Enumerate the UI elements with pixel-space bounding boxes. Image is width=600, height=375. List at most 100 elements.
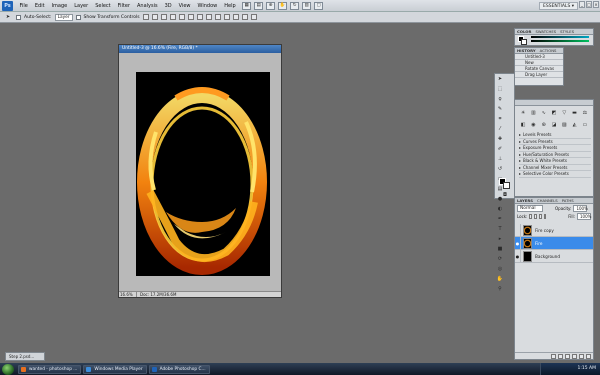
align-left-icon[interactable] [169,14,176,20]
distribute-bottom-icon[interactable] [214,14,221,20]
layer-row[interactable]: ● Background [515,250,593,263]
layer-row[interactable]: Fire copy [515,224,593,237]
history-item[interactable]: Drag Layer [515,72,563,78]
arrange-docs-icon[interactable]: ▥ [302,1,312,10]
align-top-icon[interactable] [142,14,149,20]
delete-layer-icon[interactable] [586,353,591,359]
lock-position-icon[interactable] [538,213,542,219]
canvas[interactable] [136,72,270,276]
add-mask-icon[interactable] [565,353,570,359]
menu-image[interactable]: Image [48,3,71,9]
levels-icon[interactable]: ▥ [530,109,536,117]
tab-actions[interactable]: ACTIONS [538,48,559,53]
tab-swatches[interactable]: SWATCHES [533,29,558,34]
rotate-view-icon[interactable]: ↻ [290,1,300,10]
opacity-field[interactable]: 100% [573,204,588,212]
distribute-left-icon[interactable] [223,14,230,20]
layer-name[interactable]: Fire copy [535,228,554,233]
menu-help[interactable]: Help [221,3,239,9]
tab-paths[interactable]: PATHS [560,198,576,203]
link-layers-icon[interactable] [551,353,556,359]
distribute-center-icon[interactable] [205,14,212,20]
dodge-tool-icon[interactable]: ◐ [496,205,504,213]
menu-view[interactable]: View [175,3,194,9]
eyedropper-icon[interactable]: ⁄ [496,125,504,133]
align-right-icon[interactable] [187,14,194,20]
layer-row-selected[interactable]: ● Fire [515,237,593,250]
menu-analysis[interactable]: Analysis [134,3,162,9]
background-color-swatch[interactable] [503,182,510,189]
brightness-icon[interactable]: ☀ [520,109,526,117]
invert-icon[interactable]: ◪ [551,121,557,129]
menu-edit[interactable]: Edit [31,3,48,9]
close-icon[interactable]: × [593,1,599,8]
preset-selective-color[interactable]: Selective Color Presets [519,171,591,178]
channel-mixer-icon[interactable]: ⊛ [541,121,547,129]
move-tool-preset-icon[interactable]: ➤ [4,13,12,21]
new-group-icon[interactable] [572,353,577,359]
distribute-top-icon[interactable] [196,14,203,20]
screen-mode-icon[interactable]: ▢ [314,1,324,10]
blend-mode-dropdown[interactable]: Normal [517,204,543,212]
3d-camera-icon[interactable]: ◎ [496,265,504,273]
layer-visibility-toggle[interactable] [515,224,521,236]
path-select-icon[interactable]: ▸ [496,235,504,243]
healing-brush-icon[interactable]: ✚ [496,135,504,143]
menu-filter[interactable]: Filter [114,3,133,9]
exposure-icon[interactable]: ◩ [551,109,557,117]
align-center-icon[interactable] [178,14,185,20]
taskbar-button-photoshop[interactable]: Adobe Photoshop C... [148,364,210,374]
menu-select[interactable]: Select [92,3,114,9]
color-slider-g[interactable] [531,40,589,42]
autoselect-checkbox[interactable] [16,14,21,20]
zoom-level-icon[interactable]: ⊕ [266,1,276,10]
lasso-tool-icon[interactable]: ϙ [496,95,504,103]
mini-bridge-icon[interactable]: ▤ [254,1,264,10]
gradient-map-icon[interactable]: ▭ [582,121,588,129]
start-button[interactable] [2,363,14,375]
zoom-tool-icon[interactable]: ⚲ [496,285,504,293]
color-slider-r[interactable] [531,36,589,38]
vibrance-icon[interactable]: ▽ [561,109,567,117]
distribute-right-icon[interactable] [241,14,248,20]
document-title[interactable]: Untitled-3 @ 16.6% (Fire, RGB/8) * [119,45,281,53]
doc-size-info[interactable]: Doc: 17.2M/36.6M [137,292,176,297]
menu-layer[interactable]: Layer [71,3,92,9]
tab-color[interactable]: COLOR [515,29,534,34]
layer-name[interactable]: Fire [535,241,542,246]
fill-field[interactable]: 100% [576,212,591,220]
hue-sat-icon[interactable]: ▬ [571,109,577,117]
clone-stamp-icon[interactable]: ⊥ [496,155,504,163]
hand-icon[interactable]: ✋ [496,275,504,283]
bridge-icon[interactable]: ▦ [242,1,252,10]
marquee-tool-icon[interactable]: ⬚ [496,85,504,93]
autoselect-dropdown[interactable]: Layer [54,13,73,21]
menu-window[interactable]: Window [194,3,221,9]
history-brush-icon[interactable]: ↺ [496,165,504,173]
workspace-switcher[interactable]: ESSENTIALS ▾ [539,2,578,10]
color-bg-swatch[interactable] [521,39,527,45]
quick-mask-icon[interactable]: ◘ [501,191,509,199]
move-tool-icon[interactable]: ➤ [496,75,504,83]
menu-file[interactable]: File [16,3,31,9]
maximize-icon[interactable]: □ [586,1,592,8]
lock-transparent-icon[interactable] [529,213,533,219]
crop-tool-icon[interactable]: ⌗ [496,115,504,123]
zoom-readout[interactable]: 16.6% [119,292,137,297]
taskbar-button-firefox[interactable]: wanted - photoshop ... [18,364,82,374]
layer-name[interactable]: Background [535,254,560,259]
eye-icon[interactable]: ● [515,250,521,262]
type-tool-icon[interactable]: T [496,225,504,233]
brush-tool-icon[interactable]: ✐ [496,145,504,153]
layer-style-icon[interactable] [558,353,563,359]
taskbar-button-media-player[interactable]: Windows Media Player [83,364,147,374]
menu-3d[interactable]: 3D [161,3,175,9]
pen-tool-icon[interactable]: ✒ [496,215,504,223]
transform-controls-checkbox[interactable] [75,14,81,20]
minimize-icon[interactable]: _ [579,1,585,8]
bw-icon[interactable]: ◧ [520,121,526,129]
new-layer-icon[interactable] [579,353,584,359]
align-middle-icon[interactable] [151,14,158,20]
distribute-hcenter-icon[interactable] [232,14,239,20]
eye-icon[interactable]: ● [515,237,521,249]
